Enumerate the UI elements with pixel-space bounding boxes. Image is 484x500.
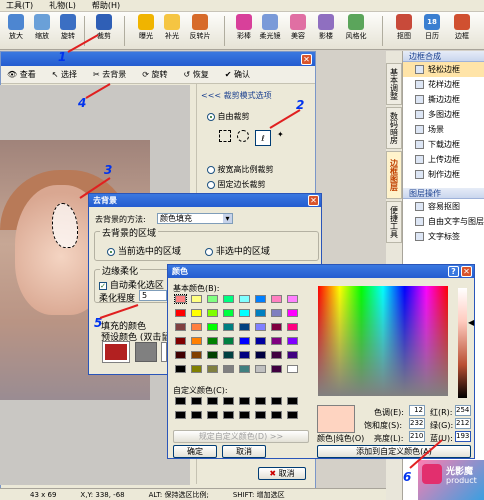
arrow-1 — [67, 34, 99, 53]
arrow-4 — [85, 83, 111, 99]
arrow-2 — [269, 109, 301, 129]
arrow-5 — [99, 304, 139, 319]
annotation-arrows — [67, 34, 443, 469]
arrow-3 — [79, 177, 111, 199]
arrow-6 — [409, 439, 443, 469]
